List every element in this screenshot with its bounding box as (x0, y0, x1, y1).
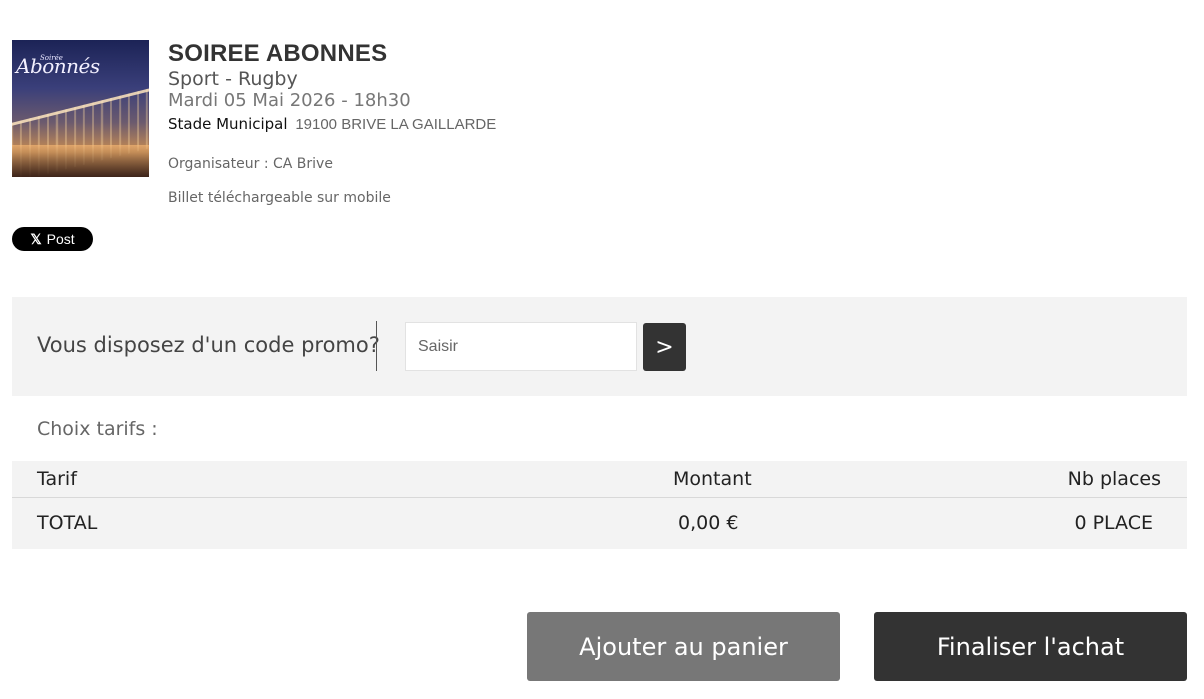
tarif-table-header: Tarif Montant Nb places (12, 461, 1187, 498)
event-venue: Stade Municipal 19100 BRIVE LA GAILLARDE (168, 114, 496, 135)
total-label: TOTAL (37, 512, 98, 534)
category-separator: - (225, 68, 232, 90)
total-amount: 0,00 € (678, 512, 739, 534)
column-header-nb-places: Nb places (1067, 468, 1161, 490)
total-row: TOTAL 0,00 € 0 PLACE (12, 505, 1187, 542)
x-post-label: Post (46, 231, 75, 247)
mobile-ticket-note: Billet téléchargeable sur mobile (168, 190, 391, 206)
event-organizer: Organisateur : CA Brive (168, 156, 333, 172)
x-icon: 𝕏 (30, 230, 42, 247)
column-header-montant: Montant (673, 468, 752, 490)
category-label: Sport (168, 68, 220, 90)
event-image: Soirée Abonnés (12, 40, 149, 177)
event-title: SOIREE ABONNES (168, 40, 388, 67)
promo-submit-button[interactable]: > (643, 323, 686, 371)
venue-address: 19100 BRIVE LA GAILLARDE (295, 116, 497, 133)
promo-divider (376, 321, 377, 371)
promo-code-label: Vous disposez d'un code promo? (37, 333, 380, 357)
tarifs-heading: Choix tarifs : (37, 418, 158, 440)
x-post-button[interactable]: 𝕏 Post (12, 227, 93, 251)
event-image-caption: Abonnés (16, 54, 100, 78)
stadium-ground (12, 145, 149, 177)
add-to-cart-button[interactable]: Ajouter au panier (527, 612, 840, 681)
subcategory-label: Rugby (237, 68, 298, 90)
promo-code-input[interactable] (405, 322, 637, 371)
column-header-tarif: Tarif (37, 468, 77, 490)
total-places: 0 PLACE (1074, 512, 1153, 534)
promo-code-panel: Vous disposez d'un code promo? > (12, 297, 1187, 396)
checkout-button[interactable]: Finaliser l'achat (874, 612, 1187, 681)
tarif-table: Tarif Montant Nb places TOTAL 0,00 € 0 P… (12, 461, 1187, 549)
event-info: SOIREE ABONNES Sport - Rugby Mardi 05 Ma… (168, 40, 496, 135)
event-category: Sport - Rugby (168, 68, 496, 90)
venue-name: Stade Municipal (168, 115, 288, 133)
event-datetime: Mardi 05 Mai 2026 - 18h30 (168, 90, 411, 111)
